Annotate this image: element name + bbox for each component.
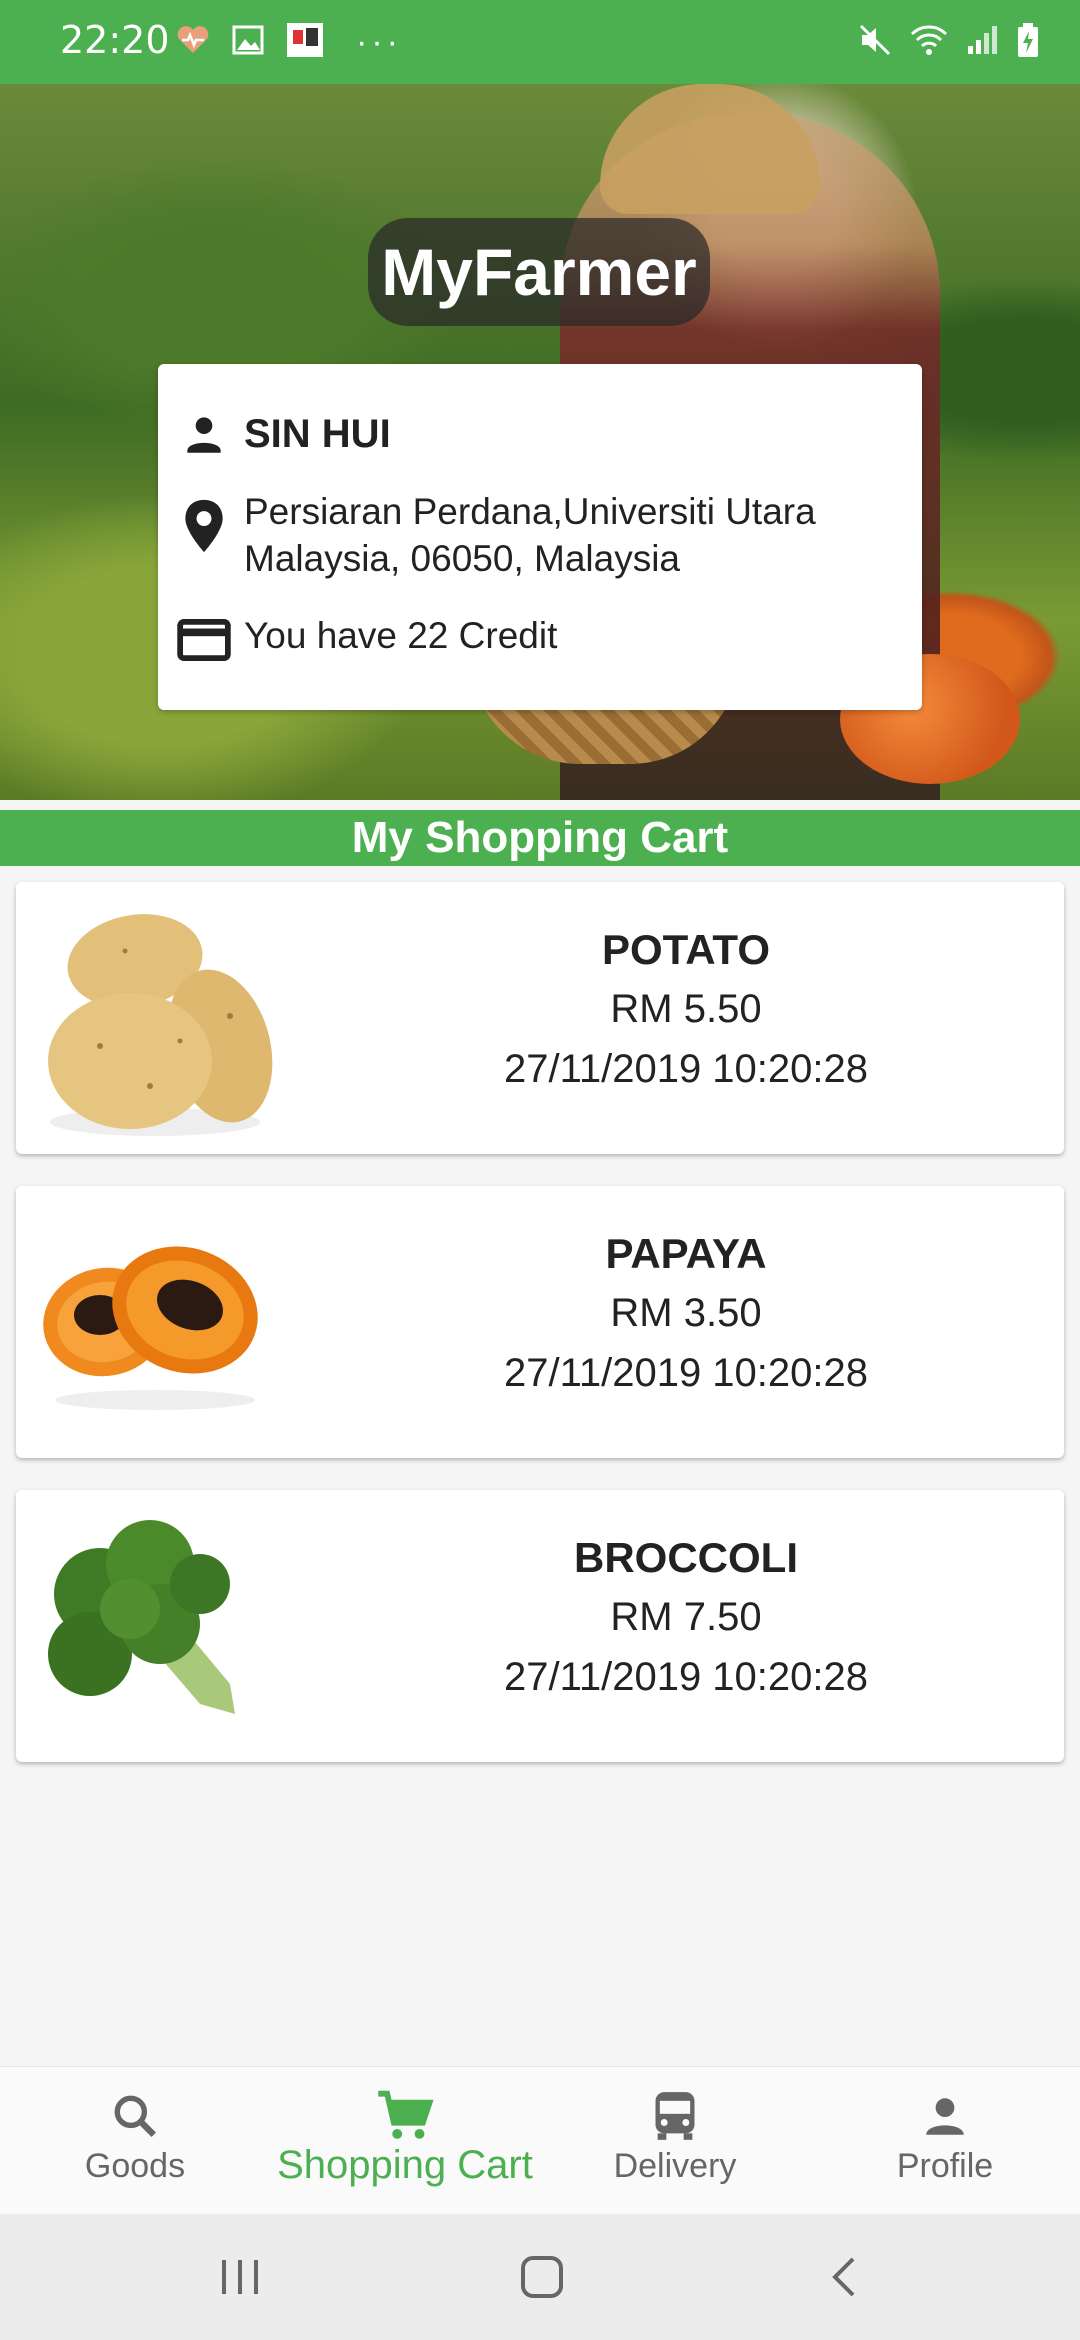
cart-item-info: BROCCOLI RM 7.50 27/11/2019 10:20:28 [316,1530,1056,1706]
profile-card: SIN HUI Persiaran Perdana,Universiti Uta… [158,364,922,710]
cart-item-potato[interactable]: POTATO RM 5.50 27/11/2019 10:20:28 [16,882,1064,1154]
cart-section-header: My Shopping Cart [0,810,1080,866]
app-title-pill: MyFarmer [368,218,710,326]
person-icon [176,406,232,462]
papaya-image [30,1200,280,1444]
cart-item-price: RM 7.50 [610,1595,762,1639]
cart-section-title: My Shopping Cart [351,813,729,862]
cart-item-name: BROCCOLI [574,1534,798,1581]
recent-apps-icon[interactable] [210,2252,270,2302]
nav-label-profile: Profile [896,2147,994,2185]
profile-address-row: Persiaran Perdana,Universiti Utara Malay… [176,488,884,582]
profile-address: Persiaran Perdana,Universiti Utara Malay… [244,491,816,579]
signal-icon [966,24,998,61]
farmer-hat [600,84,820,214]
profile-name: SIN HUI [244,412,391,456]
profile-name-row: SIN HUI [176,406,391,462]
person-icon [920,2089,970,2143]
cart-item-name: POTATO [602,926,770,973]
status-time: 22:20 [60,18,170,62]
nav-item-delivery[interactable]: Delivery [540,2067,810,2215]
back-icon[interactable] [814,2252,874,2302]
gallery-icon [232,25,264,60]
nav-label-goods: Goods [84,2147,186,2185]
cart-item-price: RM 3.50 [610,1291,762,1335]
status-right-icons [858,22,1040,63]
nav-item-goods[interactable]: Goods [0,2067,270,2215]
wifi-icon [910,24,948,61]
cart-item-date: 27/11/2019 10:20:28 [503,1655,869,1699]
nav-item-shopping-cart[interactable]: Shopping Cart [270,2067,540,2215]
cart-item-price: RM 5.50 [610,987,762,1031]
broccoli-image [30,1504,280,1748]
app-notification-icon [286,22,324,63]
profile-credit-row: You have 22 Credit [176,612,557,668]
home-icon[interactable] [512,2252,572,2302]
system-navigation-bar [0,2214,1080,2340]
battery-charging-icon [1016,22,1040,63]
cart-item-papaya[interactable]: PAPAYA RM 3.50 27/11/2019 10:20:28 [16,1186,1064,1458]
credit-card-icon [176,612,232,668]
status-left-icons: ··· [176,22,402,63]
cart-item-date: 27/11/2019 10:20:28 [503,1351,869,1395]
mute-icon [858,23,892,62]
nav-label-shopping-cart: Shopping Cart [277,2143,533,2187]
bus-icon [651,2089,699,2143]
status-bar: 22:20 ··· [0,0,1080,84]
cart-item-broccoli[interactable]: BROCCOLI RM 7.50 27/11/2019 10:20:28 [16,1490,1064,1762]
cart-item-name: PAPAYA [605,1230,767,1277]
nav-item-profile[interactable]: Profile [810,2067,1080,2215]
heart-rate-icon [176,25,210,60]
app-title: MyFarmer [381,235,697,309]
hero-banner-image: MyFarmer SIN HUI Persiaran Perdana,Unive… [0,84,1080,800]
cart-item-date: 27/11/2019 10:20:28 [503,1047,869,1091]
search-icon [110,2089,160,2143]
nav-label-delivery: Delivery [613,2147,737,2185]
location-pin-icon [176,498,232,554]
profile-credit: You have 22 Credit [244,615,558,656]
more-dots-icon: ··· [356,23,402,61]
potato-image [30,896,280,1140]
cart-item-info: POTATO RM 5.50 27/11/2019 10:20:28 [316,922,1056,1098]
cart-icon [376,2089,434,2143]
bottom-navigation: Goods Shopping Cart Delivery Profile [0,2066,1080,2214]
cart-item-info: PAPAYA RM 3.50 27/11/2019 10:20:28 [316,1226,1056,1402]
